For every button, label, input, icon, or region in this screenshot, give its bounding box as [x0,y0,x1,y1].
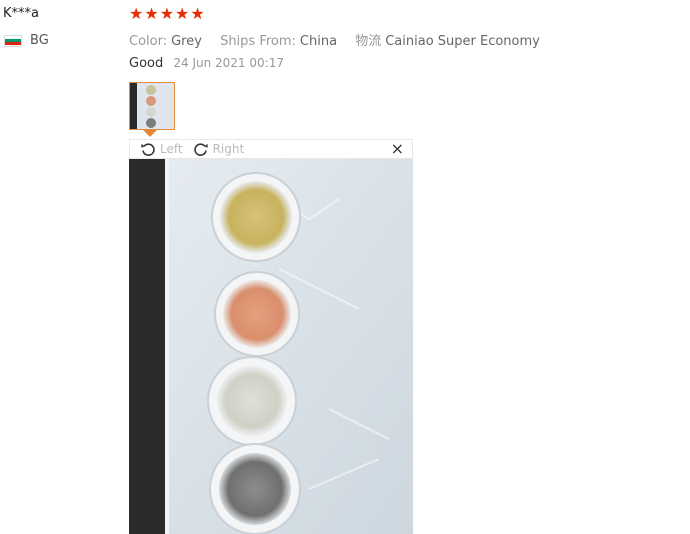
attribute-logistics: 物流 Cainiao Super Economy [355,34,540,49]
rotate-right-button[interactable]: Right [193,141,245,157]
attribute-ships-from: Ships From: China [220,34,338,49]
bulgaria-flag-icon [4,34,22,47]
rotate-left-label: Left [160,142,183,156]
order-attributes: Color: Grey Ships From: China 物流 Cainiao Su… [129,30,554,49]
thumbnail-pointer [143,130,157,137]
rotate-right-icon [193,141,209,157]
feedback-text: Good [129,56,164,71]
star-icon: ★ [129,4,144,23]
image-viewer-toolbar: Left Right × [129,139,413,159]
country-code: BG [30,33,49,48]
star-icon: ★ [190,4,205,23]
attribute-color: Color: Grey [129,34,202,49]
review-photo-large [129,159,413,534]
star-icon: ★ [159,4,175,23]
reviewer-name: K***a [3,6,39,21]
rotate-left-icon [140,141,156,157]
rating-stars: ★ ★ ★ ★ ★ [129,5,205,23]
close-icon[interactable]: × [391,141,404,157]
review-photo-thumbnail[interactable] [129,82,175,130]
review-feedback: Good 24 Jun 2021 00:17 [129,56,284,71]
rotate-right-label: Right [212,142,245,156]
rotate-left-button[interactable]: Left [140,141,183,157]
reviewer-country: BG [4,33,49,48]
star-icon: ★ [175,4,190,23]
star-icon: ★ [144,4,159,23]
review-date: 24 Jun 2021 00:17 [173,56,284,70]
